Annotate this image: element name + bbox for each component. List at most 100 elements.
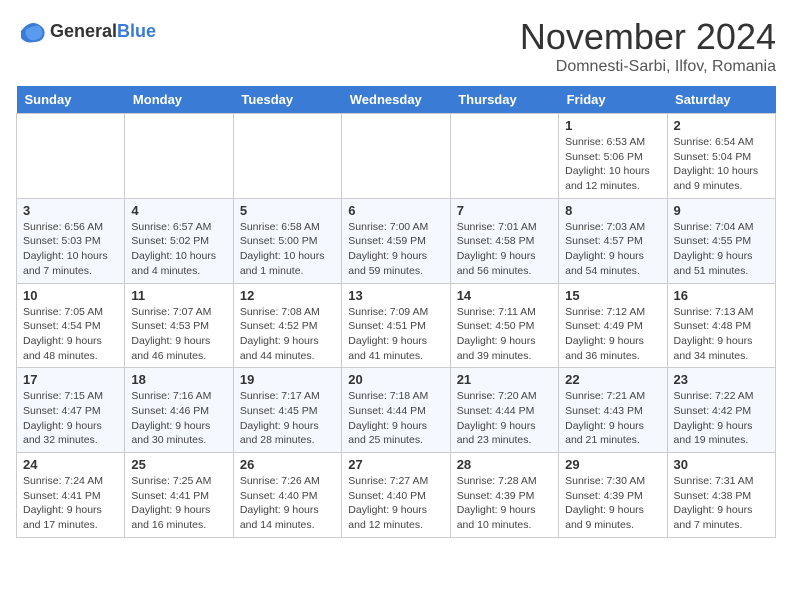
day-info: Sunrise: 6:54 AM Sunset: 5:04 PM Dayligh…: [674, 135, 769, 194]
calendar-cell: 26 Sunrise: 7:26 AM Sunset: 4:40 PM Dayli…: [233, 453, 341, 538]
calendar-cell: 19 Sunrise: 7:17 AM Sunset: 4:45 PM Dayli…: [233, 368, 341, 453]
calendar-cell: 2Sunrise: 6:54 AM Sunset: 5:04 PM Daylig…: [667, 114, 775, 199]
day-number: 18: [131, 372, 226, 387]
calendar-week-row: 3 Sunrise: 6:56 AM Sunset: 5:03 PM Daylig…: [17, 198, 776, 283]
day-number: 10: [23, 288, 118, 303]
day-number: 27: [348, 457, 443, 472]
day-header-sunday: Sunday: [17, 86, 125, 114]
day-number: 5: [240, 203, 335, 218]
day-info: Sunrise: 6:58 AM Sunset: 5:00 PM Dayligh…: [240, 220, 335, 279]
day-info: Sunrise: 6:57 AM Sunset: 5:02 PM Dayligh…: [131, 220, 226, 279]
calendar-cell: [125, 114, 233, 199]
day-info: Sunrise: 6:53 AM Sunset: 5:06 PM Dayligh…: [565, 135, 660, 194]
day-info: Sunrise: 7:24 AM Sunset: 4:41 PM Dayligh…: [23, 474, 118, 533]
day-number: 23: [674, 372, 769, 387]
calendar-cell: 17 Sunrise: 7:15 AM Sunset: 4:47 PM Dayli…: [17, 368, 125, 453]
calendar-cell: [17, 114, 125, 199]
day-number: 9: [674, 203, 769, 218]
day-header-thursday: Thursday: [450, 86, 558, 114]
day-number: 13: [348, 288, 443, 303]
logo-text: GeneralBlue: [50, 21, 156, 42]
day-header-saturday: Saturday: [667, 86, 775, 114]
calendar-table: SundayMondayTuesdayWednesdayThursdayFrid…: [16, 86, 776, 538]
day-number: 15: [565, 288, 660, 303]
day-number: 29: [565, 457, 660, 472]
day-info: Sunrise: 7:04 AM Sunset: 4:55 PM Dayligh…: [674, 220, 769, 279]
day-info: Sunrise: 7:26 AM Sunset: 4:40 PM Dayligh…: [240, 474, 335, 533]
calendar-cell: 29 Sunrise: 7:30 AM Sunset: 4:39 PM Dayli…: [559, 453, 667, 538]
calendar-cell: 18 Sunrise: 7:16 AM Sunset: 4:46 PM Dayli…: [125, 368, 233, 453]
day-number: 22: [565, 372, 660, 387]
calendar-cell: 8 Sunrise: 7:03 AM Sunset: 4:57 PM Daylig…: [559, 198, 667, 283]
calendar-cell: 24Sunrise: 7:24 AM Sunset: 4:41 PM Dayli…: [17, 453, 125, 538]
day-number: 16: [674, 288, 769, 303]
calendar-cell: 10Sunrise: 7:05 AM Sunset: 4:54 PM Dayli…: [17, 283, 125, 368]
calendar-cell: 27 Sunrise: 7:27 AM Sunset: 4:40 PM Dayli…: [342, 453, 450, 538]
logo-icon: [16, 16, 46, 46]
calendar-header-row: SundayMondayTuesdayWednesdayThursdayFrid…: [17, 86, 776, 114]
day-info: Sunrise: 7:01 AM Sunset: 4:58 PM Dayligh…: [457, 220, 552, 279]
title-area: November 2024 Domnesti-Sarbi, Ilfov, Rom…: [520, 16, 776, 76]
calendar-cell: 16 Sunrise: 7:13 AM Sunset: 4:48 PM Dayli…: [667, 283, 775, 368]
day-info: Sunrise: 6:56 AM Sunset: 5:03 PM Dayligh…: [23, 220, 118, 279]
calendar-cell: 22Sunrise: 7:21 AM Sunset: 4:43 PM Dayli…: [559, 368, 667, 453]
calendar-week-row: 1 Sunrise: 6:53 AM Sunset: 5:06 PM Daylig…: [17, 114, 776, 199]
day-number: 28: [457, 457, 552, 472]
calendar-cell: 1 Sunrise: 6:53 AM Sunset: 5:06 PM Daylig…: [559, 114, 667, 199]
day-info: Sunrise: 7:07 AM Sunset: 4:53 PM Dayligh…: [131, 305, 226, 364]
calendar-cell: 4 Sunrise: 6:57 AM Sunset: 5:02 PM Daylig…: [125, 198, 233, 283]
location-title: Domnesti-Sarbi, Ilfov, Romania: [520, 58, 776, 76]
day-number: 30: [674, 457, 769, 472]
day-info: Sunrise: 7:30 AM Sunset: 4:39 PM Dayligh…: [565, 474, 660, 533]
day-info: Sunrise: 7:03 AM Sunset: 4:57 PM Dayligh…: [565, 220, 660, 279]
calendar-cell: 3 Sunrise: 6:56 AM Sunset: 5:03 PM Daylig…: [17, 198, 125, 283]
day-number: 20: [348, 372, 443, 387]
day-info: Sunrise: 7:17 AM Sunset: 4:45 PM Dayligh…: [240, 389, 335, 448]
day-info: Sunrise: 7:22 AM Sunset: 4:42 PM Dayligh…: [674, 389, 769, 448]
calendar-cell: 12Sunrise: 7:08 AM Sunset: 4:52 PM Dayli…: [233, 283, 341, 368]
day-info: Sunrise: 7:15 AM Sunset: 4:47 PM Dayligh…: [23, 389, 118, 448]
day-header-monday: Monday: [125, 86, 233, 114]
day-info: Sunrise: 7:00 AM Sunset: 4:59 PM Dayligh…: [348, 220, 443, 279]
day-header-wednesday: Wednesday: [342, 86, 450, 114]
day-number: 21: [457, 372, 552, 387]
day-info: Sunrise: 7:16 AM Sunset: 4:46 PM Dayligh…: [131, 389, 226, 448]
calendar-cell: 11Sunrise: 7:07 AM Sunset: 4:53 PM Dayli…: [125, 283, 233, 368]
day-info: Sunrise: 7:25 AM Sunset: 4:41 PM Dayligh…: [131, 474, 226, 533]
calendar-cell: 21 Sunrise: 7:20 AM Sunset: 4:44 PM Dayli…: [450, 368, 558, 453]
month-title: November 2024: [520, 16, 776, 58]
day-info: Sunrise: 7:28 AM Sunset: 4:39 PM Dayligh…: [457, 474, 552, 533]
calendar-cell: [342, 114, 450, 199]
day-info: Sunrise: 7:18 AM Sunset: 4:44 PM Dayligh…: [348, 389, 443, 448]
day-info: Sunrise: 7:11 AM Sunset: 4:50 PM Dayligh…: [457, 305, 552, 364]
calendar-week-row: 24Sunrise: 7:24 AM Sunset: 4:41 PM Dayli…: [17, 453, 776, 538]
calendar-cell: [450, 114, 558, 199]
calendar-cell: 6 Sunrise: 7:00 AM Sunset: 4:59 PM Daylig…: [342, 198, 450, 283]
day-info: Sunrise: 7:27 AM Sunset: 4:40 PM Dayligh…: [348, 474, 443, 533]
day-header-friday: Friday: [559, 86, 667, 114]
day-number: 26: [240, 457, 335, 472]
calendar-week-row: 10Sunrise: 7:05 AM Sunset: 4:54 PM Dayli…: [17, 283, 776, 368]
calendar-cell: 5 Sunrise: 6:58 AM Sunset: 5:00 PM Daylig…: [233, 198, 341, 283]
day-number: 3: [23, 203, 118, 218]
calendar-cell: 13Sunrise: 7:09 AM Sunset: 4:51 PM Dayli…: [342, 283, 450, 368]
calendar-cell: 23 Sunrise: 7:22 AM Sunset: 4:42 PM Dayli…: [667, 368, 775, 453]
day-number: 4: [131, 203, 226, 218]
calendar-cell: 28 Sunrise: 7:28 AM Sunset: 4:39 PM Dayli…: [450, 453, 558, 538]
day-number: 14: [457, 288, 552, 303]
day-number: 8: [565, 203, 660, 218]
day-info: Sunrise: 7:12 AM Sunset: 4:49 PM Dayligh…: [565, 305, 660, 364]
day-number: 17: [23, 372, 118, 387]
day-number: 6: [348, 203, 443, 218]
day-number: 1: [565, 118, 660, 133]
day-number: 19: [240, 372, 335, 387]
calendar-cell: [233, 114, 341, 199]
calendar-cell: 14 Sunrise: 7:11 AM Sunset: 4:50 PM Dayli…: [450, 283, 558, 368]
day-info: Sunrise: 7:31 AM Sunset: 4:38 PM Dayligh…: [674, 474, 769, 533]
calendar-cell: 25Sunrise: 7:25 AM Sunset: 4:41 PM Dayli…: [125, 453, 233, 538]
day-info: Sunrise: 7:20 AM Sunset: 4:44 PM Dayligh…: [457, 389, 552, 448]
page-header: GeneralBlue November 2024 Domnesti-Sarbi…: [16, 16, 776, 76]
calendar-cell: 9 Sunrise: 7:04 AM Sunset: 4:55 PM Daylig…: [667, 198, 775, 283]
day-number: 7: [457, 203, 552, 218]
day-info: Sunrise: 7:13 AM Sunset: 4:48 PM Dayligh…: [674, 305, 769, 364]
